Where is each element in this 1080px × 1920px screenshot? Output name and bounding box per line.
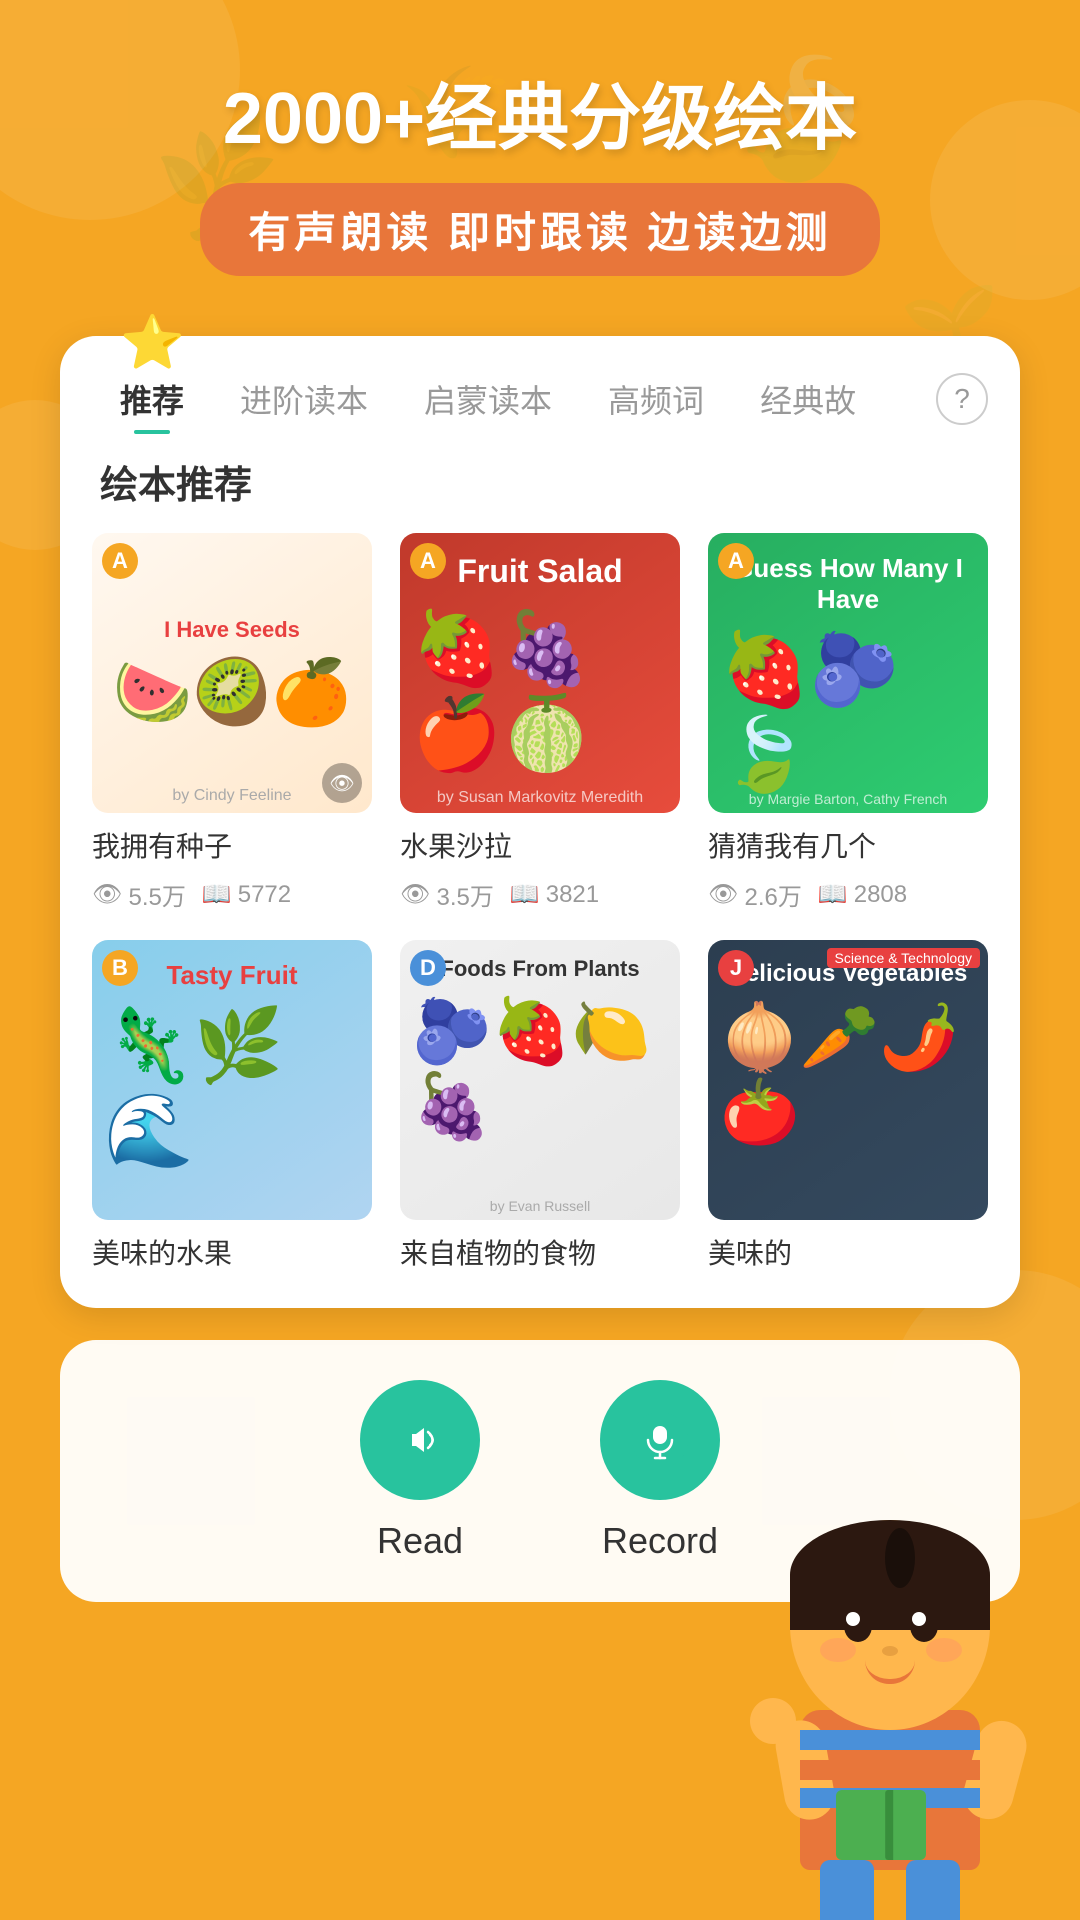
- book-author: by Margie Barton, Cathy French: [708, 791, 988, 807]
- book-level-badge: B: [102, 950, 138, 986]
- views-count: 3.5万: [436, 877, 493, 912]
- book-cover-art: 🍉🥝🍊: [112, 655, 351, 730]
- book-cover-art: 🫐🍓🍋🍇: [412, 994, 668, 1144]
- header-subtitle-wrapper: 有声朗读 即时跟读 边读边测: [200, 183, 879, 276]
- tab-classic[interactable]: 经典故: [732, 368, 884, 430]
- book-cover: A Guess How Many I Have 🍓🫐🍃 by Margie Ba…: [708, 533, 988, 813]
- book-item[interactable]: B Tasty Fruit 🦎🌿🌊 美味的水果: [92, 940, 372, 1272]
- series-badge: Science & Technology: [827, 948, 981, 968]
- action-section: Read Record: [60, 1340, 1020, 1602]
- book-cover: J Delicious Vegetables 🧅🥕🌶️🍅 Science & T…: [708, 940, 988, 1220]
- book-cover: A Fruit Salad 🍓🍇🍎🍈 by Susan Markovitz Me…: [400, 533, 680, 813]
- main-card: ⭐ 推荐 进阶读本 启蒙读本 高频词 经典故 ? 绘本推荐: [60, 336, 1020, 1308]
- tab-advanced[interactable]: 进阶读本: [212, 368, 396, 430]
- book-title-zh: 来自植物的食物: [400, 1232, 680, 1272]
- book-cover: A I Have Seeds 🍉🥝🍊 by Cindy Feeline 👁: [92, 533, 372, 813]
- book-level-badge: A: [410, 543, 446, 579]
- book-title-en: Foods From Plants: [440, 956, 639, 982]
- star-decoration: ⭐: [120, 312, 185, 373]
- record-label: Record: [602, 1520, 718, 1562]
- record-button[interactable]: Record: [600, 1380, 720, 1562]
- views-icon: 👁: [400, 880, 430, 909]
- book-level-badge: A: [718, 543, 754, 579]
- book-author: by Evan Russell: [400, 1198, 680, 1214]
- views-icon: 👁: [708, 880, 738, 909]
- read-button[interactable]: Read: [360, 1380, 480, 1562]
- book-title-en: I Have Seeds: [164, 617, 300, 643]
- reads-stat: 📖 5772: [202, 880, 291, 909]
- book-title-zh: 美味的: [708, 1232, 988, 1272]
- book-level-badge: D: [410, 950, 446, 986]
- book-cover: B Tasty Fruit 🦎🌿🌊: [92, 940, 372, 1220]
- help-button[interactable]: ?: [936, 373, 988, 425]
- book-title-zh: 美味的水果: [92, 1232, 372, 1272]
- reads-stat: 📖 3821: [510, 880, 599, 909]
- tab-beginner[interactable]: 启蒙读本: [396, 368, 580, 430]
- views-icon: 👁: [92, 880, 122, 909]
- book-item[interactable]: A Fruit Salad 🍓🍇🍎🍈 by Susan Markovitz Me…: [400, 533, 680, 912]
- views-count: 2.6万: [744, 877, 801, 912]
- book-item[interactable]: D Foods From Plants 🫐🍓🍋🍇 by Evan Russell…: [400, 940, 680, 1272]
- section-title: 绘本推荐: [100, 454, 988, 509]
- book-stats: 👁 3.5万 📖 3821: [400, 877, 680, 912]
- book-title-en: Guess How Many I Have: [720, 553, 976, 615]
- preview-icon[interactable]: 👁: [322, 763, 362, 803]
- book-stats: 👁 2.6万 📖 2808: [708, 877, 988, 912]
- book-level-badge: J: [718, 950, 754, 986]
- reads-icon: 📖: [510, 880, 540, 909]
- views-count: 5.5万: [128, 877, 185, 912]
- reads-count: 3821: [546, 881, 599, 909]
- tab-bar: 推荐 进阶读本 启蒙读本 高频词 经典故 ?: [92, 368, 988, 438]
- reads-icon: 📖: [202, 880, 232, 909]
- reads-count: 5772: [238, 881, 291, 909]
- record-button-circle[interactable]: [600, 1380, 720, 1500]
- reads-icon: 📖: [818, 880, 848, 909]
- microphone-icon: [632, 1412, 688, 1468]
- book-cover: D Foods From Plants 🫐🍓🍋🍇 by Evan Russell: [400, 940, 680, 1220]
- views-stat: 👁 5.5万: [92, 877, 186, 912]
- book-cover-art: 🧅🥕🌶️🍅: [720, 1000, 976, 1150]
- views-stat: 👁 2.6万: [708, 877, 802, 912]
- reads-count: 2808: [854, 881, 907, 909]
- tab-recommended[interactable]: 推荐: [92, 368, 212, 430]
- header-subtitle: 有声朗读 即时跟读 边读边测: [248, 199, 831, 260]
- book-title-en: Tasty Fruit: [167, 960, 298, 991]
- book-item[interactable]: J Delicious Vegetables 🧅🥕🌶️🍅 Science & T…: [708, 940, 988, 1272]
- book-cover-art: 🍓🫐🍃: [720, 627, 976, 797]
- book-cover-art: 🦎🌿🌊: [104, 1003, 360, 1173]
- book-title-zh: 猜猜我有几个: [708, 825, 988, 865]
- read-button-circle[interactable]: [360, 1380, 480, 1500]
- book-title-zh: 我拥有种子: [92, 825, 372, 865]
- read-label: Read: [377, 1520, 463, 1562]
- views-stat: 👁 3.5万: [400, 877, 494, 912]
- book-item[interactable]: A I Have Seeds 🍉🥝🍊 by Cindy Feeline 👁 我拥…: [92, 533, 372, 912]
- tab-highfreq[interactable]: 高频词: [580, 368, 732, 430]
- book-author: by Susan Markovitz Meredith: [400, 789, 680, 807]
- book-level-badge: A: [102, 543, 138, 579]
- book-stats: 👁 5.5万 📖 5772: [92, 877, 372, 912]
- book-cover-art: 🍓🍇🍎🍈: [412, 606, 668, 776]
- speaker-icon: [392, 1412, 448, 1468]
- books-grid: A I Have Seeds 🍉🥝🍊 by Cindy Feeline 👁 我拥…: [92, 533, 988, 1272]
- book-title-zh: 水果沙拉: [400, 825, 680, 865]
- reads-stat: 📖 2808: [818, 880, 907, 909]
- header-title: 2000+经典分级绘本: [223, 80, 857, 159]
- book-title-en: Fruit Salad: [457, 553, 622, 590]
- book-item[interactable]: A Guess How Many I Have 🍓🫐🍃 by Margie Ba…: [708, 533, 988, 912]
